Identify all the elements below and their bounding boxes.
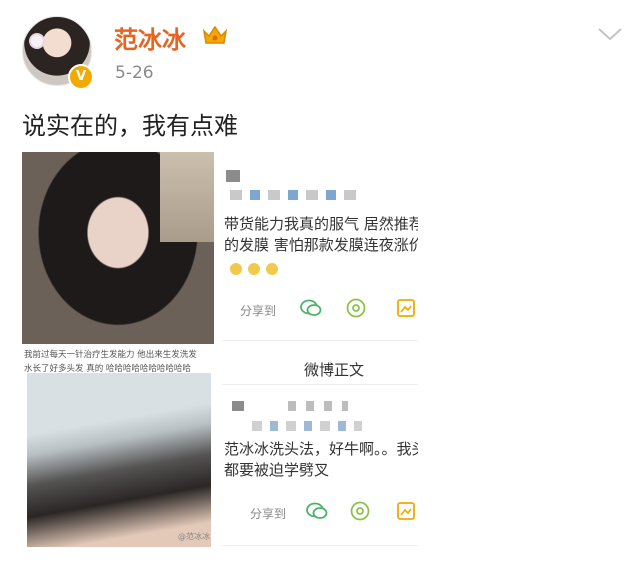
watermark: @范冰冰 bbox=[178, 532, 210, 541]
chevron-down-icon[interactable] bbox=[597, 26, 623, 46]
emoji-icon bbox=[248, 263, 260, 275]
wechat-icon[interactable] bbox=[306, 501, 328, 521]
card1-text-line-1: 带货能力我真的服气 居然推荐 bbox=[224, 215, 418, 233]
comment-card-1: 带货能力我真的服气 居然推荐 的发膜 害怕那款发膜连夜涨价 分享到 bbox=[222, 152, 418, 341]
blurred-avatar bbox=[226, 170, 240, 182]
emoji-icon bbox=[266, 263, 278, 275]
share-to-label: 分享到 bbox=[240, 304, 277, 318]
moments-icon[interactable] bbox=[350, 501, 370, 521]
blurred-username bbox=[230, 190, 360, 200]
crown-icon bbox=[202, 24, 228, 50]
flower-decoration bbox=[31, 35, 43, 47]
comment-card-2: 范冰冰洗头法，好牛啊。。我头 都要被迫学劈叉 分享到 bbox=[222, 385, 418, 546]
card2-text-line-2: 都要被迫学劈叉 bbox=[224, 461, 330, 479]
card1-text-line-2: 的发膜 害怕那款发膜连夜涨价 bbox=[224, 236, 418, 254]
wechat-icon[interactable] bbox=[300, 298, 322, 318]
card2-text-line-1: 范冰冰洗头法，好牛啊。。我头 bbox=[224, 440, 418, 458]
blurred-username bbox=[288, 401, 348, 411]
save-image-icon[interactable] bbox=[396, 501, 416, 521]
post-text: 说实在的，我有点难 bbox=[22, 112, 238, 140]
moments-icon[interactable] bbox=[346, 298, 366, 318]
share-to-label: 分享到 bbox=[250, 507, 287, 521]
save-image-icon[interactable] bbox=[396, 298, 416, 318]
emoji-icon bbox=[230, 263, 242, 275]
blurred-meta bbox=[252, 421, 362, 431]
blurred-avatar bbox=[232, 401, 244, 411]
collage-caption: 我前过每天一针治疗生发能力 他出来生发洗发 水长了好多头发 真的 哈哈哈哈哈哈哈… bbox=[24, 348, 214, 376]
hair-photo[interactable] bbox=[27, 373, 211, 547]
caption-line-1: 我前过每天一针治疗生发能力 他出来生发洗发 bbox=[24, 350, 197, 360]
post-date: 5-26 bbox=[115, 63, 154, 83]
photo-background bbox=[160, 152, 214, 242]
card2-header-title: 微博正文 bbox=[304, 361, 365, 379]
verified-badge: V bbox=[68, 64, 94, 90]
username[interactable]: 范冰冰 bbox=[114, 20, 186, 55]
emoji-row bbox=[230, 260, 284, 279]
